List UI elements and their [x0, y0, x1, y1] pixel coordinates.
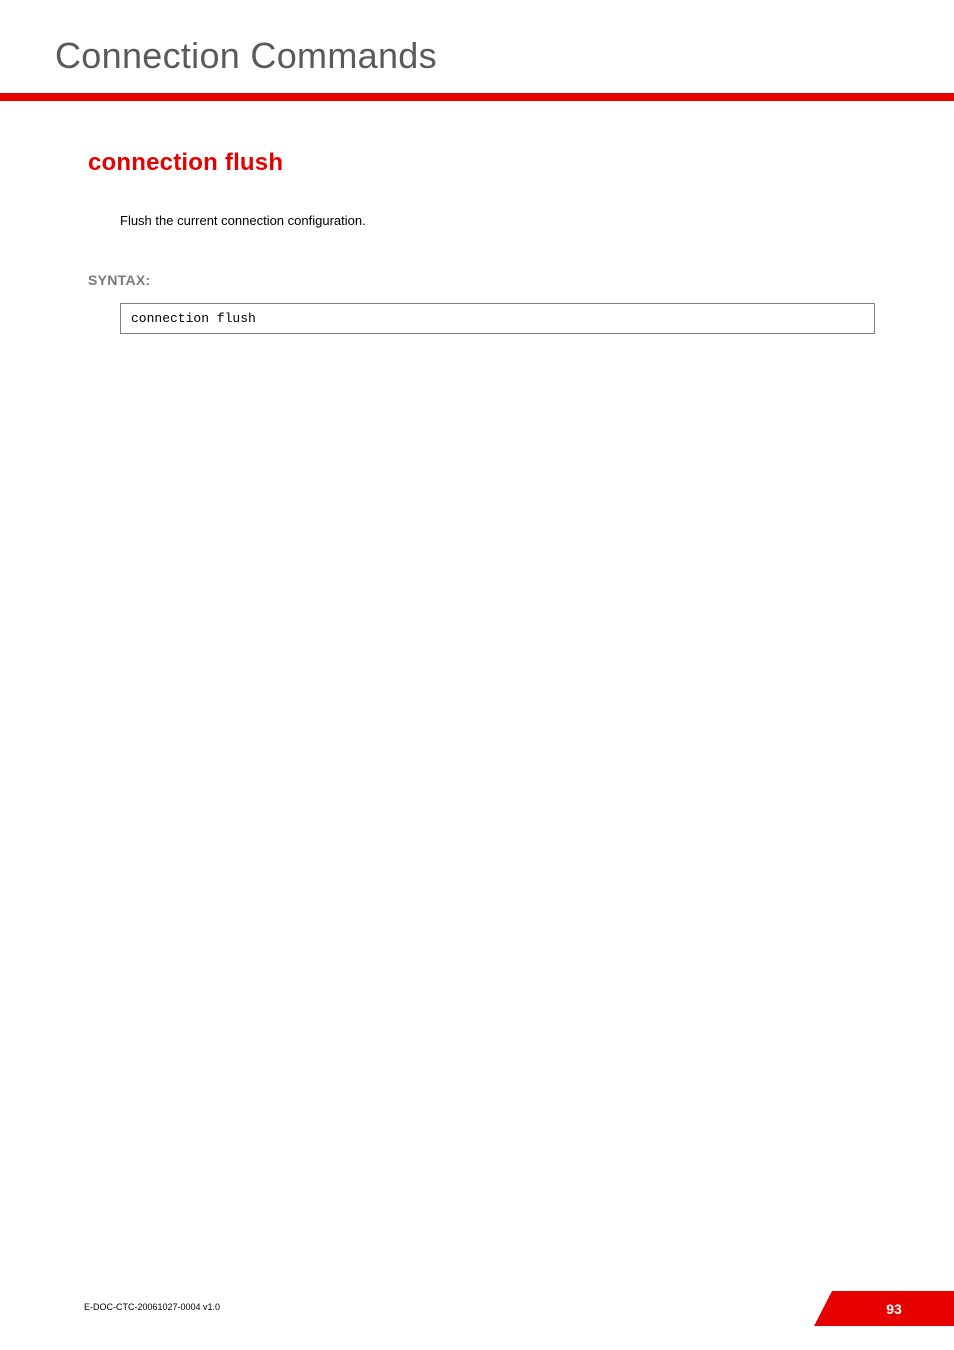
section-title: connection flush	[88, 149, 283, 177]
syntax-code-box: connection flush	[120, 303, 875, 334]
page-number-tab: 93	[814, 1291, 954, 1326]
page-number: 93	[886, 1301, 902, 1317]
page-header-title: Connection Commands	[55, 35, 437, 77]
syntax-label: SYNTAX:	[88, 272, 151, 288]
section-description: Flush the current connection configurati…	[120, 213, 366, 228]
doc-id: E-DOC-CTC-20061027-0004 v1.0	[84, 1302, 220, 1312]
header-rule	[0, 93, 954, 101]
